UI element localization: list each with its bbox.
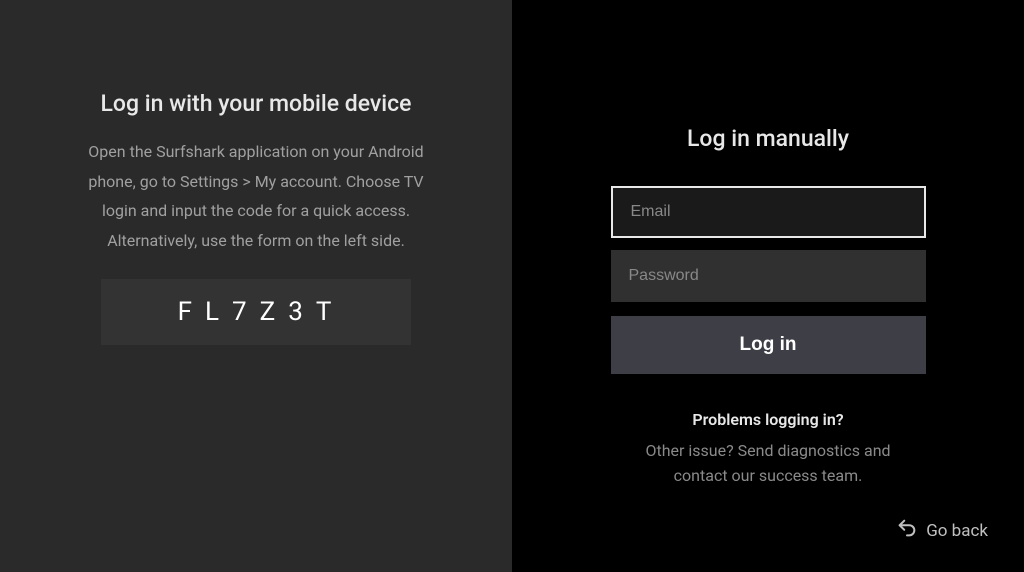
- problems-link[interactable]: Problems logging in?: [592, 410, 944, 429]
- app-container: Log in with your mobile device Open the …: [0, 0, 1024, 572]
- password-field[interactable]: [611, 250, 926, 302]
- help-text: Other issue? Send diagnostics and contac…: [592, 439, 944, 489]
- go-back-button[interactable]: Go back: [896, 517, 988, 544]
- go-back-label: Go back: [926, 521, 988, 541]
- mobile-login-description: Open the Surfshark application on your A…: [80, 137, 432, 255]
- tv-login-code: FL7Z3T: [101, 279, 411, 345]
- manual-login-title: Log in manually: [592, 125, 944, 152]
- mobile-login-title: Log in with your mobile device: [80, 90, 432, 117]
- manual-login-panel: Log in manually Log in Problems logging …: [512, 0, 1024, 572]
- login-button[interactable]: Log in: [611, 316, 926, 374]
- mobile-login-panel: Log in with your mobile device Open the …: [0, 0, 512, 572]
- email-field[interactable]: [611, 186, 926, 238]
- go-back-icon: [896, 517, 918, 544]
